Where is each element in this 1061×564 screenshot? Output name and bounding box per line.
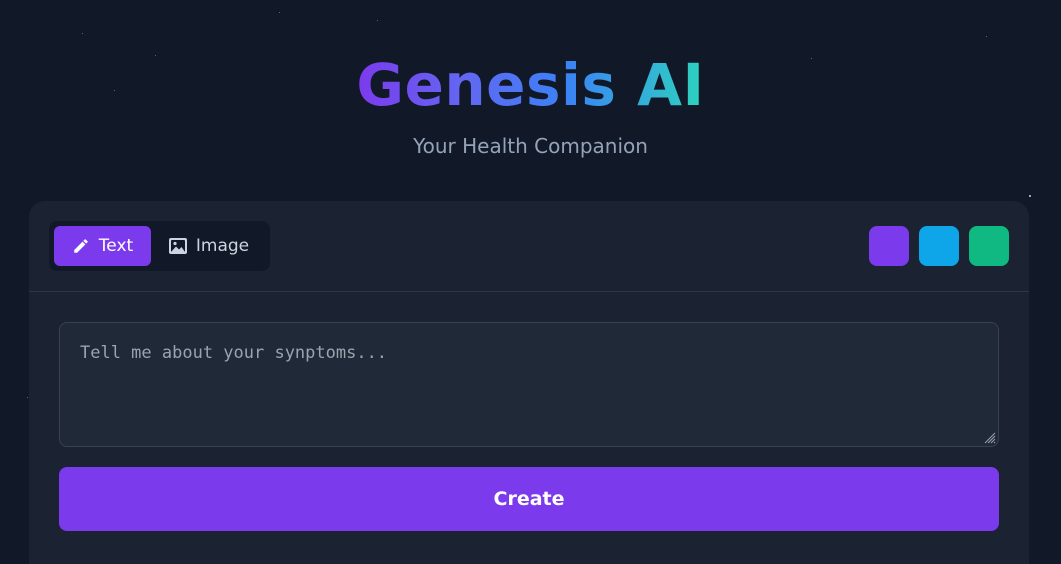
- resize-handle-icon[interactable]: [982, 430, 996, 444]
- create-button[interactable]: Create: [59, 467, 999, 531]
- image-mode-button[interactable]: Image: [161, 226, 257, 266]
- app-subtitle: Your Health Companion: [413, 134, 648, 158]
- text-mode-button[interactable]: Text: [54, 226, 151, 266]
- app-title-text: Genesis AI: [356, 51, 705, 119]
- green-theme-swatch[interactable]: [969, 226, 1009, 266]
- star: [27, 397, 28, 398]
- image-icon: [168, 238, 187, 254]
- card-header: Text Image: [29, 201, 1029, 292]
- app-title: Genesis AI: [0, 52, 1061, 118]
- star: [279, 12, 280, 13]
- purple-theme-swatch[interactable]: [869, 226, 909, 266]
- star: [377, 20, 378, 21]
- star: [1029, 195, 1031, 197]
- main-card: Text Image Create: [29, 201, 1029, 564]
- text-mode-label: Text: [98, 236, 134, 256]
- symptom-input[interactable]: [60, 323, 998, 446]
- star: [986, 36, 987, 37]
- image-mode-label: Image: [195, 236, 250, 256]
- symptom-input-wrapper: [59, 322, 999, 447]
- pencil-icon: [74, 239, 88, 253]
- blue-theme-swatch[interactable]: [919, 226, 959, 266]
- mode-toggle: Text Image: [49, 221, 270, 271]
- star: [82, 33, 83, 34]
